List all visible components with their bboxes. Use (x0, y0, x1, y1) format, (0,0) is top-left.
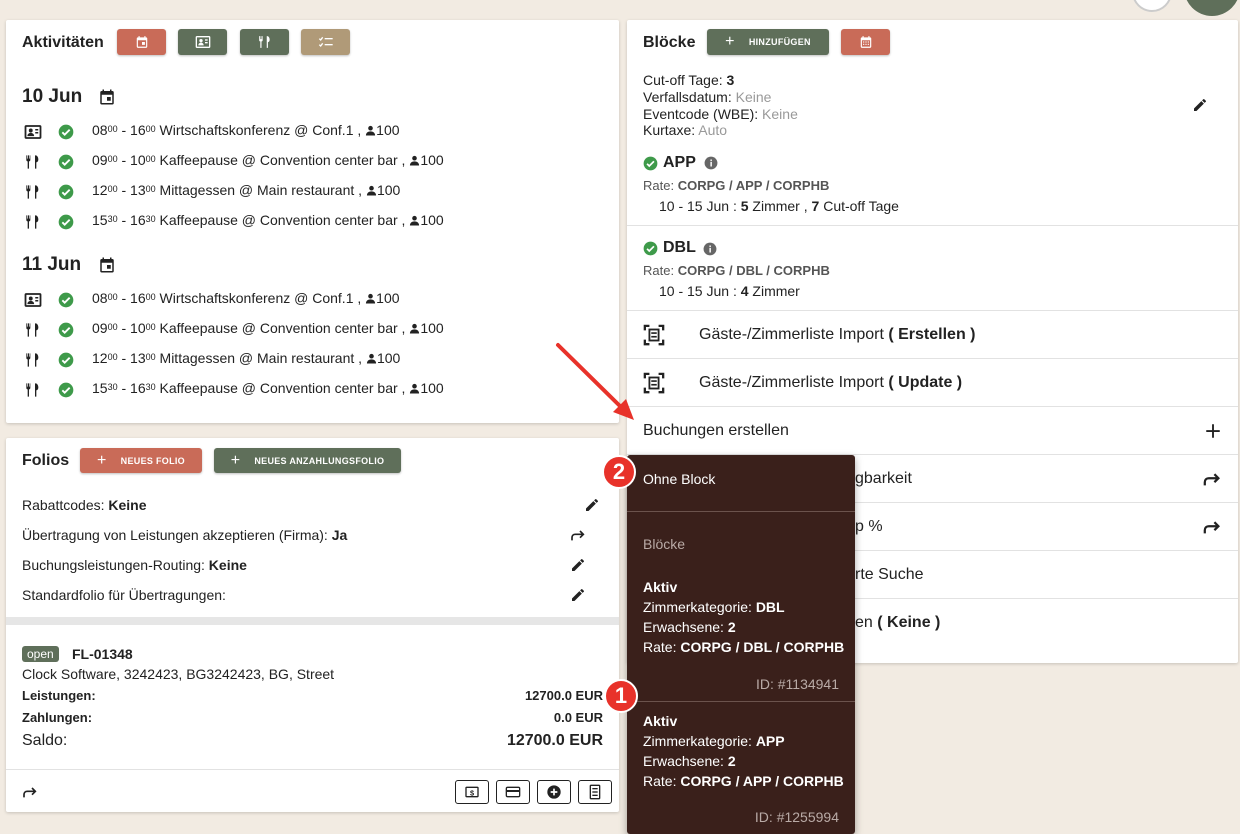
annotation-badge-2: 2 (602, 455, 636, 489)
annotation-badge-1: 1 (604, 679, 638, 713)
